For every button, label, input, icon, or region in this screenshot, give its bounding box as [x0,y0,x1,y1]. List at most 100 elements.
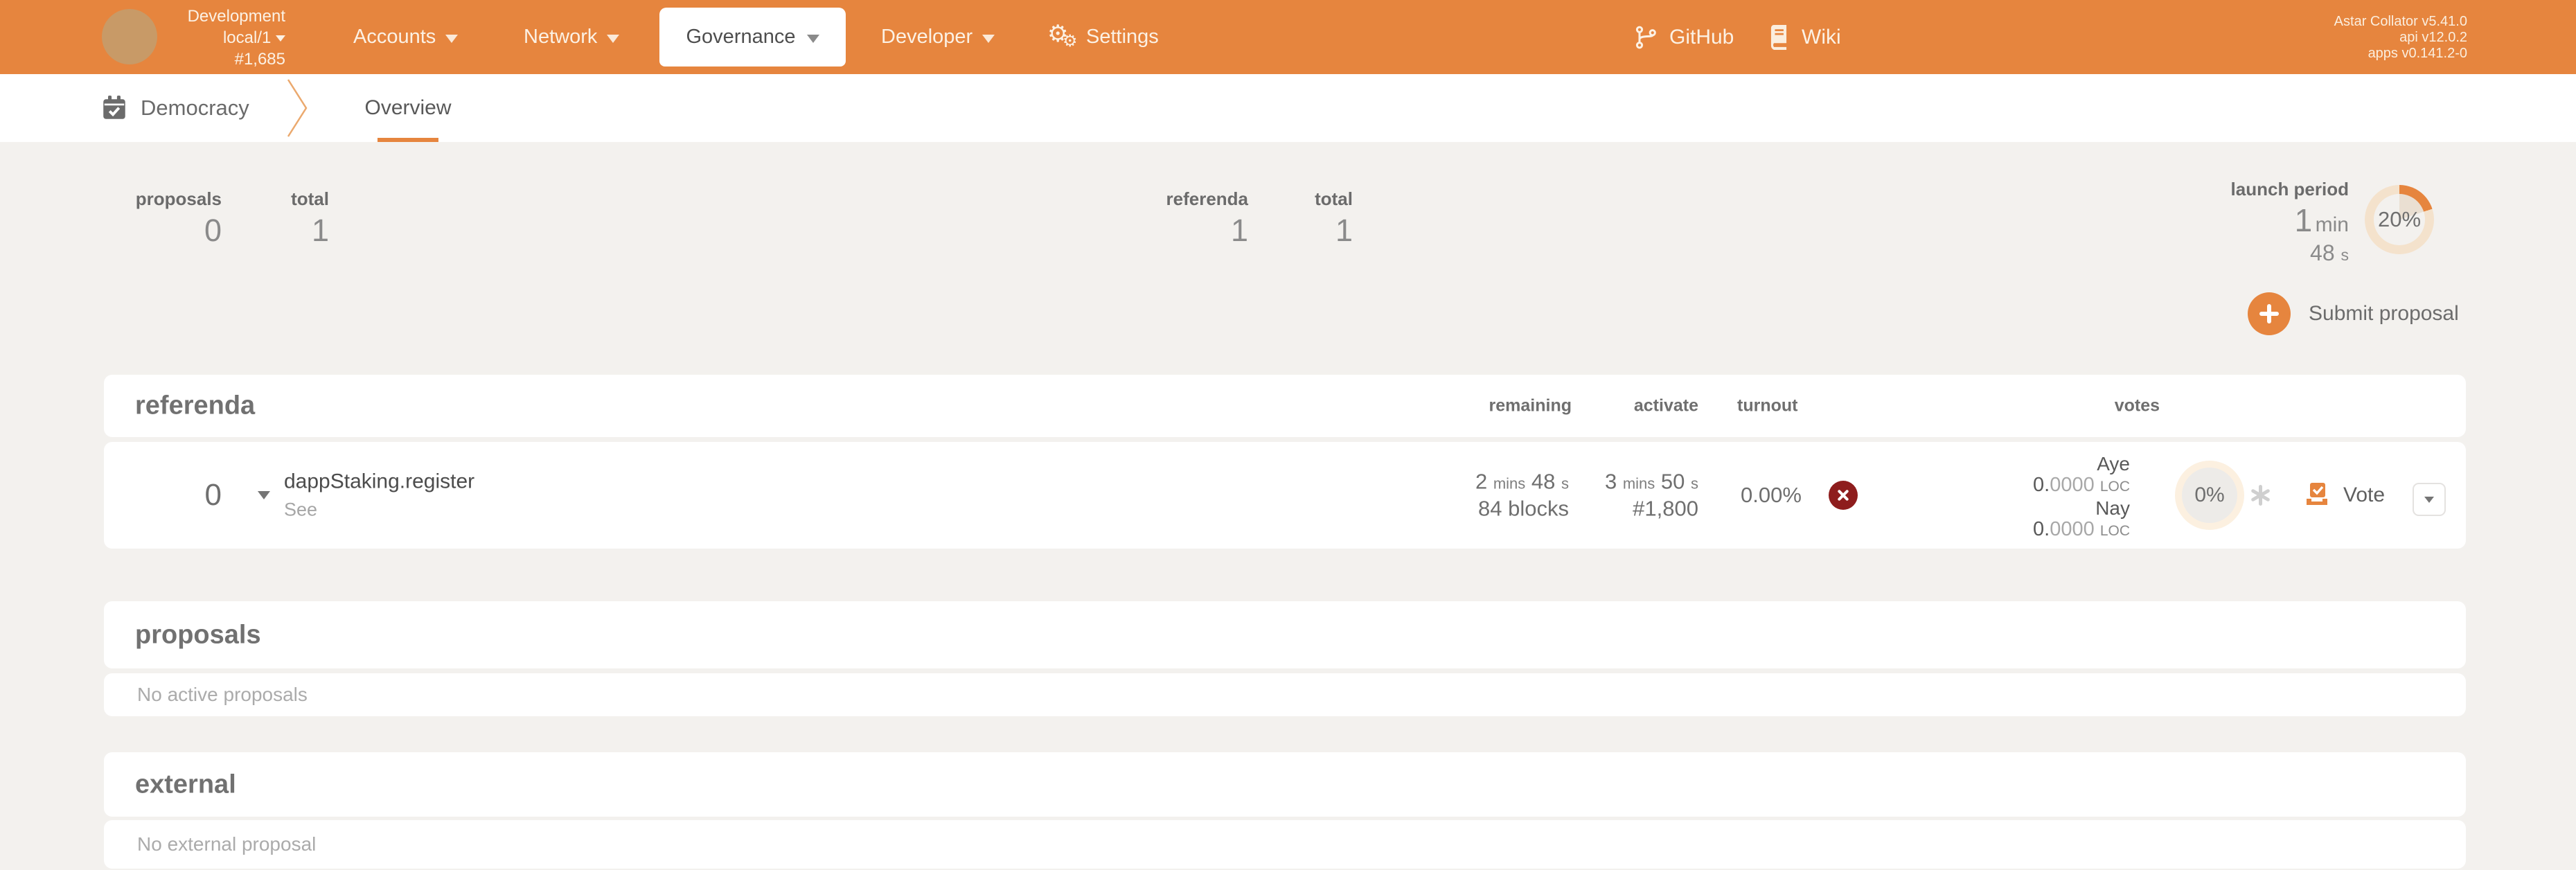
code-branch-icon [1635,26,1656,48]
chevron-down-icon [806,34,819,43]
remaining-cell: 2 mins 48 s 84 blocks [1430,470,1569,522]
activate-mins: 3 [1604,469,1617,494]
external-header: external [104,752,2466,817]
vote-dropdown-button[interactable] [2413,483,2446,516]
nav-network-label: Network [524,26,598,48]
nav-network[interactable]: Network [524,0,620,74]
plus-icon [2248,292,2291,335]
stat-referenda-total-label: total [1315,188,1353,209]
stat-proposals: proposals 0 [104,188,222,249]
vote-button[interactable]: Vote [2343,483,2385,507]
tab-overview[interactable]: Overview [364,74,452,142]
asterisk-icon [2250,485,2271,506]
tab-overview-label: Overview [364,96,452,119]
github-label: GitHub [1669,25,1734,48]
referendum-method: dappStaking.register [284,470,475,493]
calendar-check-icon [103,96,125,119]
chain-network: local/1 [222,28,272,47]
remaining-mins: 2 [1475,469,1488,494]
proposals-body: No active proposals [104,673,2466,716]
section-label: Democracy [141,96,249,120]
stat-referenda-total-value: 1 [1335,213,1353,248]
stat-proposals-label: proposals [135,188,222,209]
nav-developer-label: Developer [881,26,973,48]
nav-accounts[interactable]: Accounts [353,0,459,74]
api-version: api v12.0.2 [2399,30,2467,45]
chevron-down-icon [2424,496,2434,503]
top-header-bar: Development local/1 #1,685 Accounts Netw… [0,0,2576,74]
launch-period-donut: 20% [2365,185,2434,254]
nay-label: Nay [2095,497,2130,519]
nav-accounts-label: Accounts [353,26,436,48]
stat-proposals-total: total 1 [229,188,329,249]
column-turnout: turnout [1737,396,1798,416]
aye-value-frac: 0000 [2050,474,2095,496]
column-votes: votes [2114,396,2160,416]
wiki-link[interactable]: Wiki [1767,0,1841,74]
referenda-header: referenda remaining activate turnout vot… [104,375,2466,437]
breadcrumb: Democracy [102,74,249,142]
submit-proposal-button[interactable]: Submit proposal [2248,292,2459,336]
node-version: Astar Collator v5.41.0 [2334,14,2467,29]
nav-developer[interactable]: Developer [881,0,995,74]
chevron-down-icon [982,34,995,43]
stat-referenda: referenda 1 [1129,188,1249,249]
activate-cell: 3 mins 50 s #1,800 [1560,470,1698,522]
activate-secs-unit: s [1691,474,1698,492]
democracy-overview-page: Development local/1 #1,685 Accounts Netw… [0,0,2576,870]
referenda-title: referenda [135,391,256,420]
chevron-down-icon [445,34,459,43]
submit-proposal-label: Submit proposal [2309,302,2459,325]
apps-version: apps v0.141.2-0 [2368,46,2467,61]
aye-value: 0. [2033,474,2050,496]
stat-referenda-label: referenda [1166,188,1249,209]
column-activate: activate [1633,396,1698,416]
preimage-link[interactable]: See [284,499,474,521]
tab-bar: Democracy Overview [0,74,2576,142]
external-title: external [135,770,236,799]
nav-governance-active[interactable]: Governance [659,8,846,66]
version-info: Astar Collator v5.41.0 api v12.0.2 apps … [2334,14,2467,62]
settings-gears-icon: ⚙ ⚙ [1047,20,1078,51]
nav-settings[interactable]: ⚙ ⚙ Settings [1047,0,1159,74]
best-block-number: #1,685 [234,50,285,69]
activate-secs: 50 [1660,469,1685,494]
stat-proposals-total-label: total [291,188,329,209]
vote-ballot-icon [2307,483,2327,505]
wiki-label: Wiki [1802,25,1841,48]
github-link[interactable]: GitHub [1633,0,1734,74]
stat-proposals-total-value: 1 [311,213,329,248]
approval-badge: 0% [2175,461,2244,530]
stat-referenda-total: total 1 [1254,188,1353,249]
external-body: No external proposal [104,820,2466,869]
activate-mins-unit: mins [1622,474,1655,492]
launch-period-label: launch period [2230,179,2349,199]
referendum-proposal: dappStaking.register See [284,470,474,521]
nay-value-frac: 0000 [2050,518,2095,540]
aye-unit: LOC [2099,479,2130,495]
launch-period-sub-unit: s [2340,246,2350,264]
remaining-blocks: 84 [1478,496,1502,521]
approval-percent: 0% [2194,483,2225,506]
proposals-header: proposals [104,601,2466,668]
stat-proposals-value: 0 [204,213,222,248]
no-passing-icon [1829,481,1858,510]
votes-cell: Aye 0.0000 LOC Nay 0.0000 LOC [1991,453,2130,542]
nay-value: 0. [2033,518,2050,540]
remaining-secs: 48 [1531,469,1556,494]
proposals-empty-message: No active proposals [137,684,308,705]
column-remaining: remaining [1489,396,1572,416]
referendum-row: 0 dappStaking.register See 2 mins 48 s 8… [104,442,2466,549]
book-icon [1770,24,1787,50]
stat-launch-period: launch period 1 min 48 s [2147,179,2349,266]
launch-period-sub-value: 48 [2310,240,2335,265]
referendum-index: 0 [204,478,222,512]
proposals-title: proposals [135,620,261,649]
chain-info[interactable]: Development local/1 #1,685 [139,6,285,70]
activate-block: #1,800 [1633,496,1698,521]
nav-settings-label: Settings [1086,26,1159,48]
nay-unit: LOC [2099,523,2130,539]
active-tab-underline [377,138,438,142]
nav-governance-label: Governance [686,26,796,48]
expand-caret-icon[interactable] [258,491,270,499]
